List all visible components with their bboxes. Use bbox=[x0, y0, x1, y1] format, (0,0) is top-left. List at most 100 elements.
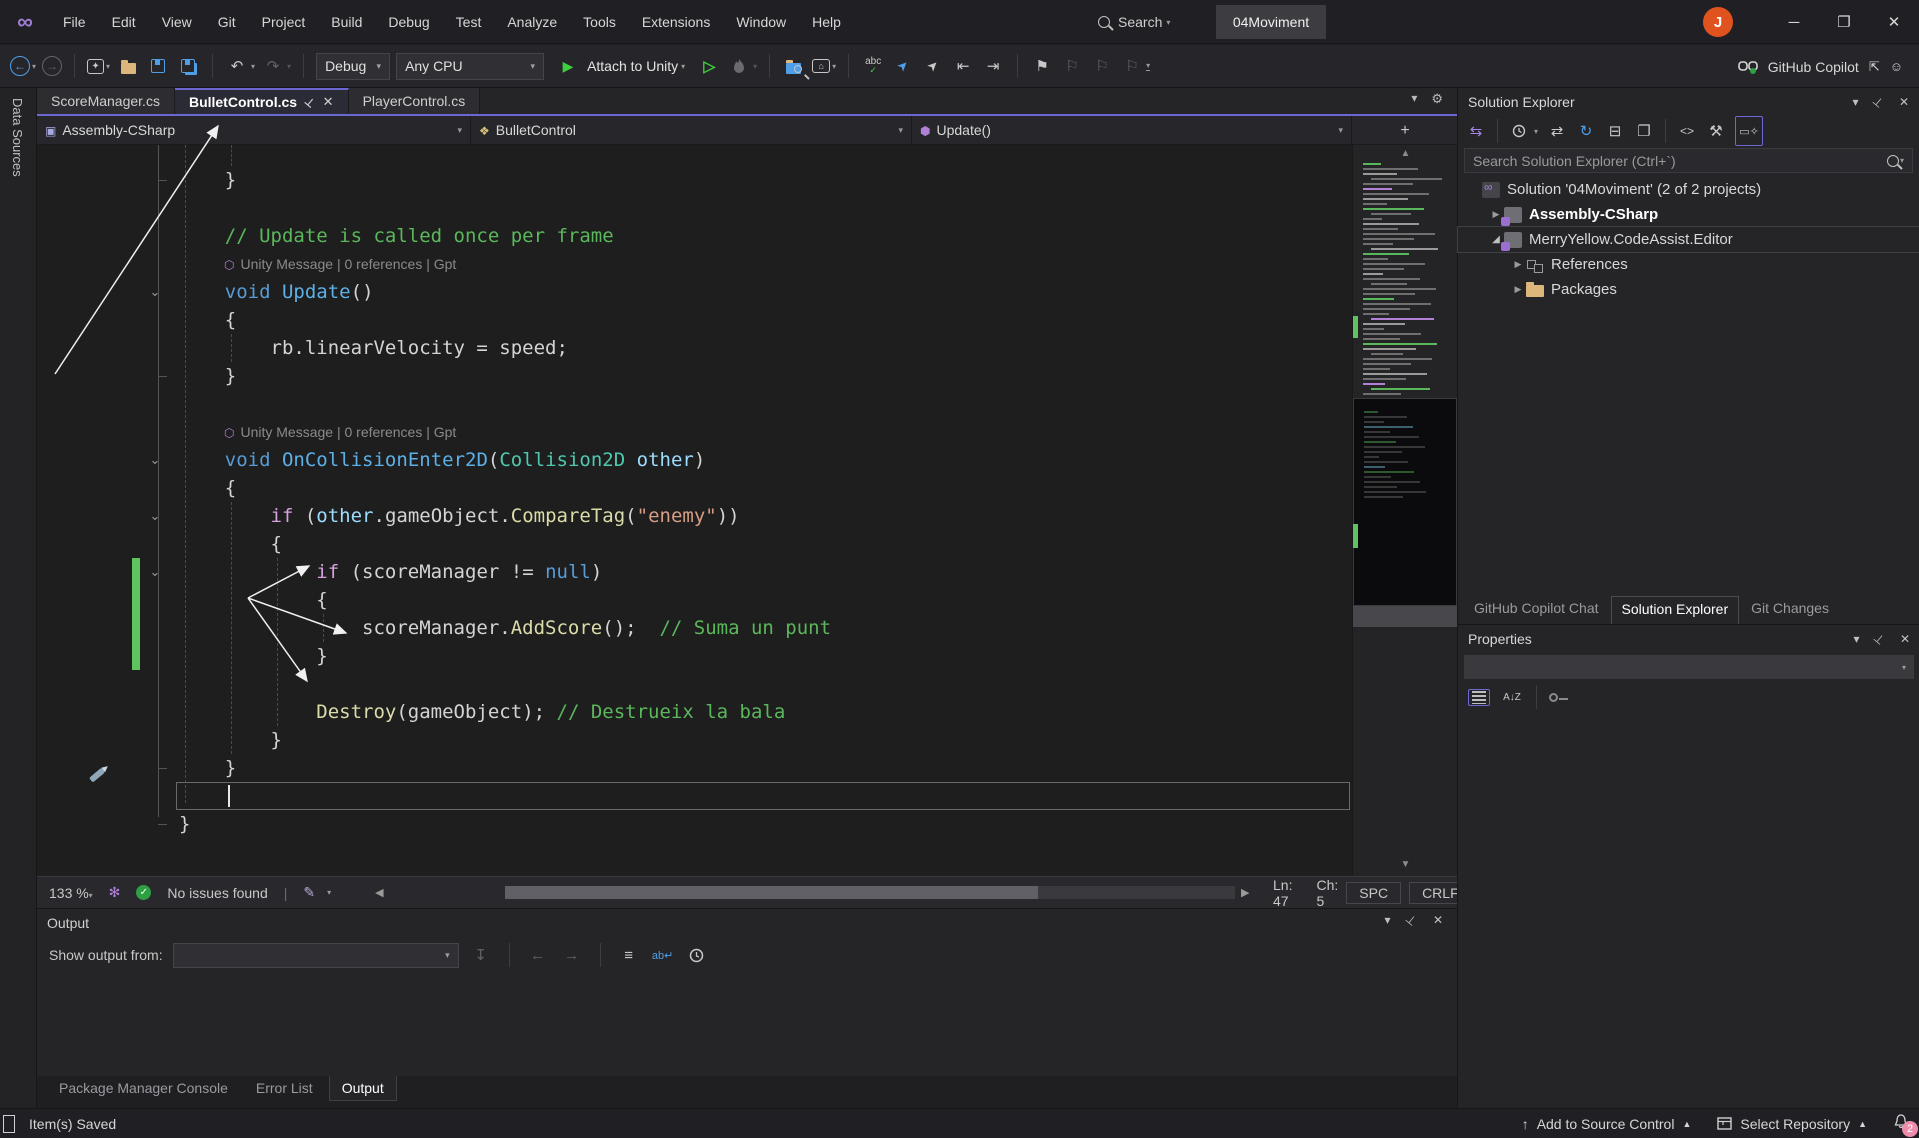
select-repository-button[interactable]: Select Repository ▲ bbox=[1717, 1116, 1867, 1132]
solution-platform-combobox[interactable]: Any CPU▾ bbox=[396, 53, 544, 80]
code-line[interactable]: } bbox=[37, 362, 1352, 390]
pin-icon[interactable]: ⊥ bbox=[1871, 630, 1888, 647]
minimize-button[interactable]: ─ bbox=[1769, 0, 1819, 44]
breadcrumb-assembly-csharp[interactable]: ▣Assembly-CSharp▾ bbox=[37, 116, 471, 144]
caret-line[interactable] bbox=[37, 782, 1352, 810]
document-tab-bulletcontrol-cs[interactable]: BulletControl.cs⊥✕ bbox=[175, 88, 349, 114]
menu-item-tools[interactable]: Tools bbox=[572, 10, 627, 34]
menu-item-view[interactable]: View bbox=[151, 10, 203, 34]
solution-configuration-combobox[interactable]: Debug▾ bbox=[316, 53, 390, 80]
menu-item-file[interactable]: File bbox=[52, 10, 97, 34]
code-line[interactable] bbox=[37, 670, 1352, 698]
navigate-back-icon[interactable]: ← bbox=[10, 56, 30, 76]
collapse-all-icon[interactable]: ⊟ bbox=[1605, 118, 1625, 144]
solution-explorer-search-input[interactable]: Search Solution Explorer (Ctrl+`) ▾ bbox=[1464, 148, 1913, 173]
add-to-source-control-button[interactable]: ↑ Add to Source Control ▲ bbox=[1522, 1116, 1692, 1132]
search-control[interactable]: Search ▾ bbox=[1088, 8, 1180, 36]
menu-item-edit[interactable]: Edit bbox=[101, 10, 147, 34]
code-line[interactable]: rb.linearVelocity = speed; bbox=[37, 334, 1352, 362]
clear-bookmarks-icon[interactable]: ⚐ bbox=[1120, 53, 1144, 79]
code-line[interactable]: { bbox=[37, 530, 1352, 558]
bottom-tab-output[interactable]: Output bbox=[329, 1076, 397, 1101]
data-sources-tab[interactable]: Data Sources bbox=[10, 98, 25, 177]
close-tab-icon[interactable]: ✕ bbox=[323, 94, 334, 110]
bottom-tab-package-manager-console[interactable]: Package Manager Console bbox=[47, 1076, 240, 1100]
menu-item-build[interactable]: Build bbox=[320, 10, 373, 34]
scroll-up-icon[interactable]: ▲ bbox=[1353, 148, 1457, 159]
categorized-button[interactable] bbox=[1468, 689, 1490, 706]
output-text-area[interactable] bbox=[37, 973, 1457, 1073]
property-pages-key-icon[interactable] bbox=[1549, 693, 1558, 702]
code-line[interactable]: // Update is called once per frame bbox=[37, 222, 1352, 250]
attach-to-unity-button[interactable]: ▶ Attach to Unity ▾ bbox=[550, 53, 691, 80]
start-without-debugging-icon[interactable]: ▶ bbox=[697, 53, 721, 79]
minimap-scrollbar[interactable]: ▲ ▼ bbox=[1352, 145, 1457, 876]
code-line[interactable]: } bbox=[37, 642, 1352, 670]
code-cleanup-dropdown-icon[interactable]: ▾ bbox=[327, 888, 331, 897]
sync-with-active-document-icon[interactable]: ⇆ bbox=[1466, 118, 1486, 144]
code-line[interactable] bbox=[37, 194, 1352, 222]
menu-item-window[interactable]: Window bbox=[725, 10, 797, 34]
solution-explorer-shortcut-icon[interactable]: ⌂ bbox=[812, 59, 830, 73]
fold-collapse-icon[interactable]: ⌄ bbox=[144, 278, 166, 306]
menu-item-analyze[interactable]: Analyze bbox=[496, 10, 568, 34]
code-line[interactable]: Destroy(gameObject); // Destrueix la bal… bbox=[37, 698, 1352, 726]
pending-changes-filter-icon[interactable] bbox=[1509, 118, 1529, 144]
pin-tab-icon[interactable]: ⊥ bbox=[302, 94, 318, 110]
panel-tab-github-copilot-chat[interactable]: GitHub Copilot Chat bbox=[1464, 596, 1609, 624]
horizontal-scrollbar[interactable] bbox=[505, 886, 1235, 899]
search-options-dropdown-icon[interactable]: ▾ bbox=[1900, 156, 1904, 165]
github-copilot-label[interactable]: GitHub Copilot bbox=[1768, 59, 1859, 75]
panel-tab-git-changes[interactable]: Git Changes bbox=[1741, 596, 1839, 624]
code-line[interactable] bbox=[37, 390, 1352, 418]
code-line[interactable]: } bbox=[37, 726, 1352, 754]
copilot-account-icon[interactable]: ☺ bbox=[1890, 59, 1903, 74]
chevron-down-icon[interactable]: ▾ bbox=[1338, 125, 1343, 136]
redo-icon[interactable]: ↷ bbox=[261, 53, 285, 79]
close-icon[interactable]: ✕ bbox=[1900, 632, 1910, 646]
tree-item-references[interactable]: ▶References bbox=[1458, 252, 1919, 277]
panel-tab-solution-explorer[interactable]: Solution Explorer bbox=[1611, 596, 1740, 624]
window-position-dropdown-icon[interactable]: ▾ bbox=[1852, 95, 1858, 109]
code-line[interactable]: } bbox=[37, 754, 1352, 782]
filter-dropdown-icon[interactable]: ▾ bbox=[1534, 127, 1538, 136]
menu-item-project[interactable]: Project bbox=[251, 10, 317, 34]
undo-icon[interactable]: ↶ bbox=[225, 53, 249, 79]
split-window-button[interactable]: + bbox=[1390, 119, 1420, 143]
view-code-icon[interactable]: <> bbox=[1677, 118, 1697, 144]
preview-selected-items-button[interactable]: ▭✧ bbox=[1735, 116, 1763, 146]
tree-item-packages[interactable]: ▶Packages bbox=[1458, 277, 1919, 302]
chevron-down-icon[interactable]: ▾ bbox=[681, 62, 685, 71]
code-line[interactable]: } bbox=[37, 166, 1352, 194]
new-project-icon[interactable]: ✦ bbox=[87, 59, 104, 74]
breadcrumb-update[interactable]: ⬢Update()▾ bbox=[912, 116, 1352, 144]
line-indicator[interactable]: Ln: 47 bbox=[1273, 877, 1292, 909]
background-tasks-icon[interactable] bbox=[3, 1115, 15, 1133]
next-bookmark-icon[interactable]: ⚐ bbox=[1090, 53, 1114, 79]
scroll-right-icon[interactable]: ▶ bbox=[1241, 886, 1249, 899]
open-file-icon[interactable] bbox=[116, 53, 140, 79]
output-source-combobox[interactable]: ▾ bbox=[173, 943, 459, 968]
fold-collapse-icon[interactable]: ⌄ bbox=[144, 446, 166, 474]
undo-dropdown-icon[interactable]: ▾ bbox=[251, 62, 255, 71]
code-editor[interactable]: } // Update is called once per frame ⬡Uni… bbox=[37, 145, 1457, 876]
horizontal-scrollbar-thumb[interactable] bbox=[505, 886, 1038, 899]
navigate-forward-icon[interactable]: → bbox=[42, 56, 62, 76]
close-icon[interactable]: ✕ bbox=[1899, 95, 1909, 109]
code-line[interactable]: scoreManager.AddScore(); // Suma un punt bbox=[37, 614, 1352, 642]
copilot-open-chat-icon[interactable]: ⇱ bbox=[1869, 59, 1880, 75]
switch-views-icon[interactable]: ⇄ bbox=[1547, 118, 1567, 144]
active-files-dropdown-icon[interactable]: ▾ bbox=[1411, 91, 1417, 107]
code-line[interactable]: ⌄ if (other.gameObject.CompareTag("enemy… bbox=[37, 502, 1352, 530]
toolbar-overflow-icon[interactable]: ▾ bbox=[1146, 61, 1150, 71]
show-all-files-icon[interactable]: ❐ bbox=[1634, 118, 1654, 144]
codelens-line[interactable]: ⬡Unity Message | 0 references | Gpt bbox=[37, 418, 1352, 446]
column-indicator[interactable]: Ch: 5 bbox=[1316, 877, 1338, 909]
minimap-viewport[interactable] bbox=[1353, 398, 1457, 606]
tree-item-merryyellow-codeassist-editor[interactable]: ◢MerryYellow.CodeAssist.Editor bbox=[1458, 227, 1919, 252]
scroll-left-icon[interactable]: ◀ bbox=[375, 886, 383, 899]
alphabetical-sort-icon[interactable]: A↓Z bbox=[1500, 684, 1524, 710]
menu-item-debug[interactable]: Debug bbox=[377, 10, 440, 34]
code-line[interactable]: ⌄ void OnCollisionEnter2D(Collision2D ot… bbox=[37, 446, 1352, 474]
properties-wrench-icon[interactable]: ⚒ bbox=[1706, 118, 1726, 144]
